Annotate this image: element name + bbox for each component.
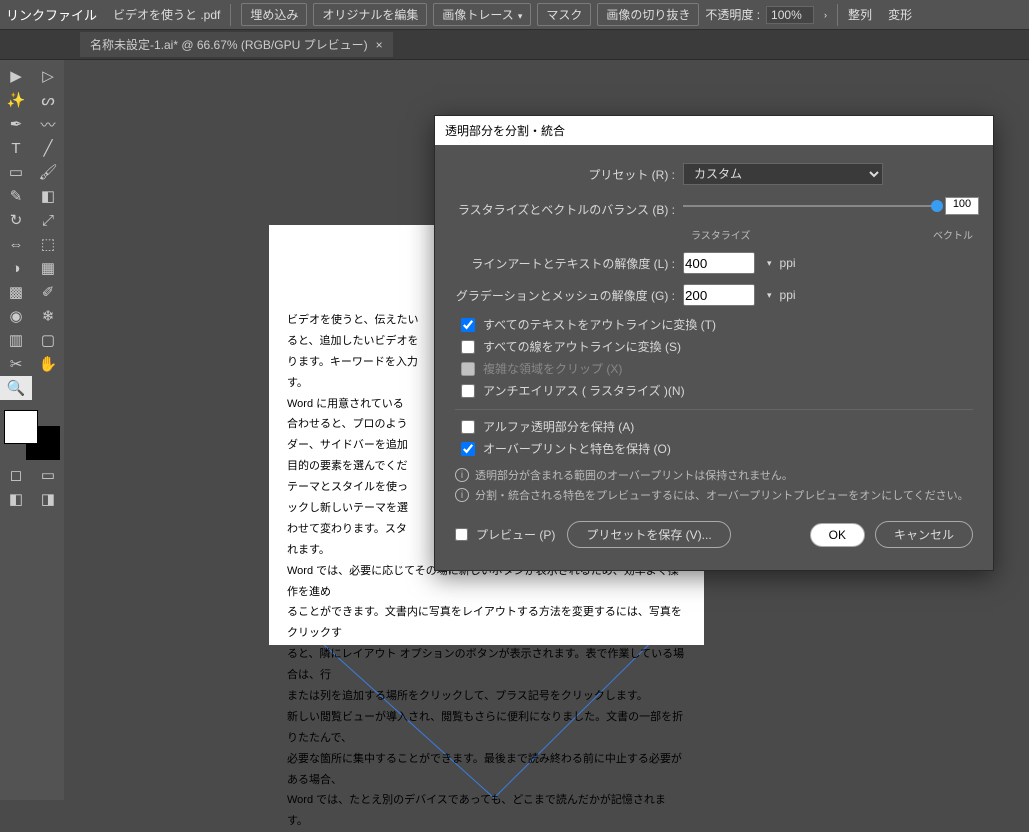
gradient-mode-icon[interactable]: ◨ (32, 488, 64, 510)
info-text-1: 透明部分が含まれる範囲のオーバープリントは保持されません。 (475, 467, 793, 483)
artboard-tool-icon[interactable]: ▢ (32, 328, 64, 352)
stroke-outline-label: すべての線をアウトラインに変換 (S) (483, 338, 681, 355)
ppi-unit: ppi (780, 256, 796, 270)
width-tool-icon[interactable]: ⇔ (0, 232, 32, 256)
paintbrush-tool-icon[interactable]: 🖌 (32, 160, 64, 184)
dialog-title: 透明部分を分割・統合 (435, 116, 993, 145)
pen-tool-icon[interactable]: ✒ (0, 112, 32, 136)
embed-button[interactable]: 埋め込み (241, 3, 307, 26)
balance-vector-label: ベクトル (933, 227, 973, 242)
gradient-resolution-label: グラデーションとメッシュの解像度 (G) : (455, 287, 675, 304)
rectangle-tool-icon[interactable]: ▭ (0, 160, 32, 184)
opacity-label: 不透明度 : (705, 6, 760, 23)
balance-label: ラスタライズとベクトルのバランス (B) : (455, 201, 675, 218)
preset-select[interactable]: カスタム (683, 163, 883, 185)
alpha-preserve-checkbox[interactable] (461, 420, 475, 434)
flatten-transparency-dialog: 透明部分を分割・統合 プリセット (R) : カスタム ラスタライズとベクトルの… (434, 115, 994, 571)
chevron-down-icon[interactable]: ▾ (767, 290, 772, 301)
arrange-button[interactable]: 整列 (848, 6, 872, 23)
ppi-unit: ppi (780, 288, 796, 302)
antialias-label: アンチエイリアス ( ラスタライズ )(N) (483, 382, 685, 399)
antialias-checkbox[interactable] (461, 384, 475, 398)
eyedropper-tool-icon[interactable]: ✐ (32, 280, 64, 304)
color-swatch[interactable] (4, 410, 60, 460)
preview-label: プレビュー (P) (476, 526, 555, 543)
balance-value-input[interactable]: 100 (945, 197, 979, 215)
fill-swatch[interactable] (4, 410, 38, 444)
lineart-resolution-input[interactable] (683, 252, 755, 274)
overprint-preserve-label: オーバープリントと特色を保持 (O) (483, 440, 671, 457)
linked-filename: ビデオを使うと .pdf (113, 6, 220, 23)
mask-button[interactable]: マスク (537, 3, 591, 26)
symbol-sprayer-tool-icon[interactable]: ❄ (32, 304, 64, 328)
document-tab[interactable]: 名称未設定-1.ai* @ 66.67% (RGB/GPU プレビュー) × (80, 32, 393, 57)
text-outline-checkbox[interactable] (461, 318, 475, 332)
eraser-tool-icon[interactable]: ◧ (32, 184, 64, 208)
alpha-preserve-label: アルファ透明部分を保持 (A) (483, 418, 634, 435)
info-icon: i (455, 468, 469, 482)
lineart-resolution-label: ラインアートとテキストの解像度 (L) : (455, 255, 675, 272)
draw-mode-icon[interactable]: ◻ (0, 464, 32, 486)
curvature-tool-icon[interactable]: 〰 (32, 112, 64, 136)
selection-tool-icon[interactable]: ▶ (0, 64, 32, 88)
slider-thumb-icon[interactable] (931, 200, 943, 212)
blend-tool-icon[interactable]: ◉ (0, 304, 32, 328)
line-tool-icon[interactable]: ╱ (32, 136, 64, 160)
edit-original-button[interactable]: オリジナルを編集 (313, 3, 427, 26)
screen-mode-icon[interactable]: ▭ (32, 464, 64, 486)
lasso-tool-icon[interactable]: ᔕ (32, 88, 64, 112)
opacity-chevron-icon[interactable]: › (824, 10, 827, 20)
ok-button[interactable]: OK (810, 523, 865, 547)
free-transform-tool-icon[interactable]: ⬚ (32, 232, 64, 256)
document-tabs: 名称未設定-1.ai* @ 66.67% (RGB/GPU プレビュー) × (0, 30, 1029, 60)
save-preset-button[interactable]: プリセットを保存 (V)... (567, 521, 730, 548)
balance-slider[interactable]: 100 (683, 195, 973, 223)
shape-builder-tool-icon[interactable]: ◑ (0, 256, 32, 280)
scale-tool-icon[interactable]: ⤢ (32, 208, 64, 232)
slice-tool-icon[interactable]: ✂ (0, 352, 32, 376)
image-trace-button[interactable]: 画像トレース▾ (433, 3, 531, 26)
crop-image-button[interactable]: 画像の切り抜き (597, 3, 699, 26)
chevron-down-icon[interactable]: ▾ (767, 258, 772, 269)
tool-panel: ▶▷ ✨ᔕ ✒〰 T╱ ▭🖌 ✎◧ ↻⤢ ⇔⬚ ◑▦ ▩✐ ◉❄ ▥▢ ✂✋ 🔍… (0, 60, 64, 800)
type-tool-icon[interactable]: T (0, 136, 32, 160)
gradient-resolution-input[interactable] (683, 284, 755, 306)
mesh-tool-icon[interactable]: ▩ (0, 280, 32, 304)
info-icon: i (455, 488, 469, 502)
preview-checkbox[interactable] (455, 528, 468, 541)
control-bar: リンクファイル ビデオを使うと .pdf 埋め込み オリジナルを編集 画像トレー… (0, 0, 1029, 30)
zoom-tool-icon[interactable]: 🔍 (0, 376, 32, 400)
empty-tool-slot (32, 376, 64, 400)
linked-file-label[interactable]: リンクファイル (6, 5, 97, 24)
magic-wand-tool-icon[interactable]: ✨ (0, 88, 32, 112)
clip-complex-checkbox (461, 362, 475, 376)
opacity-input[interactable] (766, 6, 814, 24)
transform-button[interactable]: 変形 (888, 6, 912, 23)
overprint-preserve-checkbox[interactable] (461, 442, 475, 456)
preset-label: プリセット (R) : (455, 166, 675, 183)
info-text-2: 分割・統合される特色をプレビューするには、オーバープリントプレビューをオンにして… (475, 487, 969, 503)
hand-tool-icon[interactable]: ✋ (32, 352, 64, 376)
text-outline-label: すべてのテキストをアウトラインに変換 (T) (483, 316, 716, 333)
shaper-tool-icon[interactable]: ✎ (0, 184, 32, 208)
divider (837, 4, 838, 26)
cancel-button[interactable]: キャンセル (875, 521, 973, 548)
divider (230, 4, 231, 26)
document-tab-title: 名称未設定-1.ai* @ 66.67% (RGB/GPU プレビュー) (90, 36, 368, 53)
rotate-tool-icon[interactable]: ↻ (0, 208, 32, 232)
chevron-down-icon: ▾ (518, 11, 523, 21)
balance-rasterize-label: ラスタライズ (691, 227, 751, 242)
close-tab-icon[interactable]: × (376, 38, 383, 52)
stroke-outline-checkbox[interactable] (461, 340, 475, 354)
clip-complex-label: 複雑な領域をクリップ (X) (483, 360, 622, 377)
perspective-tool-icon[interactable]: ▦ (32, 256, 64, 280)
graph-tool-icon[interactable]: ▥ (0, 328, 32, 352)
color-mode-icon[interactable]: ◧ (0, 488, 32, 510)
direct-selection-tool-icon[interactable]: ▷ (32, 64, 64, 88)
